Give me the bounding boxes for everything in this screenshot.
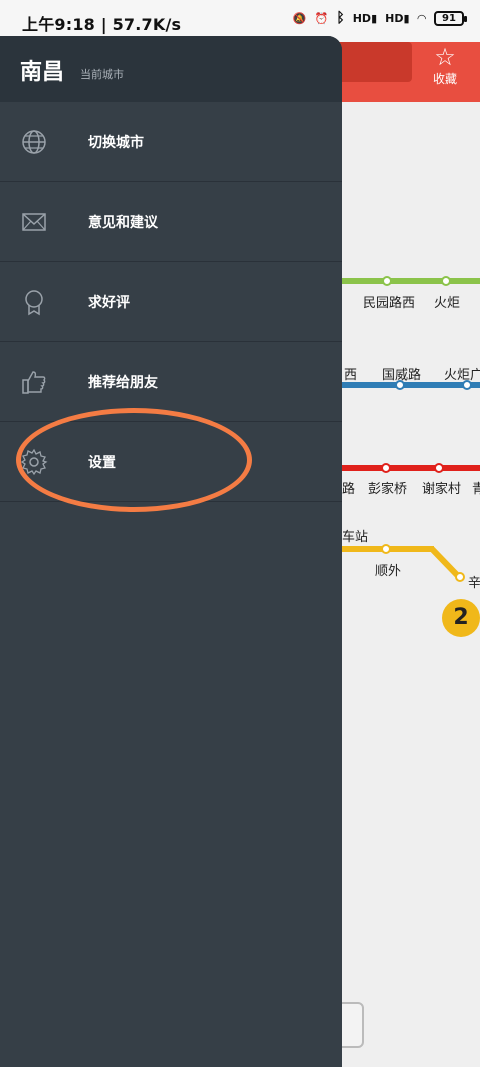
- alarm-icon: ⏰: [314, 11, 329, 25]
- favorite-button[interactable]: ☆ 收藏: [422, 44, 468, 87]
- station-dot[interactable]: [455, 572, 465, 582]
- station-dot[interactable]: [382, 276, 392, 286]
- status-time-speed: 上午9:18 | 57.7K/s: [22, 15, 182, 34]
- menu-item-rate[interactable]: 求好评: [0, 262, 342, 342]
- station-label[interactable]: 西: [344, 364, 357, 383]
- bell-muted-icon: 🔕: [292, 11, 307, 25]
- favorite-label: 收藏: [432, 72, 457, 86]
- current-city[interactable]: 南昌: [20, 54, 64, 86]
- current-city-label: 当前城市: [80, 68, 124, 81]
- station-label[interactable]: 火炬广: [444, 364, 480, 383]
- station-label[interactable]: 车站: [342, 526, 368, 545]
- station-dot[interactable]: [381, 544, 391, 554]
- station-label[interactable]: 民园路西: [363, 292, 415, 311]
- award-icon: [25, 290, 43, 316]
- station-dot[interactable]: [441, 276, 451, 286]
- globe-icon: [22, 130, 46, 154]
- metro-line-green: [342, 278, 480, 284]
- menu-label: 意见和建议: [88, 215, 158, 231]
- metro-line-red: [342, 465, 480, 471]
- status-icons: 🔕 ⏰ ᛒ HD▮ HD▮ ◠ 91: [292, 10, 467, 26]
- mail-icon: [22, 213, 46, 231]
- signal-icon-1: HD▮: [352, 11, 378, 25]
- station-label[interactable]: 谢家村: [422, 478, 461, 497]
- menu-item-switch-city[interactable]: 切换城市: [0, 102, 342, 182]
- bluetooth-icon: ᛒ: [336, 10, 345, 26]
- station-label[interactable]: 路: [342, 478, 355, 497]
- menu-label: 切换城市: [88, 135, 144, 151]
- navigation-drawer: 南昌 当前城市 切换城市 意见和建议 求好评 推荐给朋友 设置: [0, 36, 342, 1067]
- menu-label: 推荐给朋友: [88, 375, 158, 391]
- line-2-badge[interactable]: 2: [442, 599, 480, 637]
- station-label[interactable]: 辛: [468, 572, 480, 591]
- drawer-header: 南昌 当前城市: [0, 36, 342, 102]
- station-label[interactable]: 火炬: [434, 292, 460, 311]
- station-dot[interactable]: [434, 463, 444, 473]
- menu-item-feedback[interactable]: 意见和建议: [0, 182, 342, 262]
- signal-icon-2: HD▮: [385, 11, 410, 25]
- station-dot[interactable]: [381, 463, 391, 473]
- star-icon: ☆: [434, 43, 456, 71]
- settings-highlight-annotation: [16, 408, 252, 512]
- station-label[interactable]: 彭家桥: [368, 478, 407, 497]
- station-label[interactable]: 国威路: [382, 364, 421, 383]
- thumbs-up-icon: [22, 371, 46, 394]
- station-label[interactable]: 顺外: [375, 560, 401, 579]
- wifi-icon: ◠: [417, 11, 426, 25]
- station-label[interactable]: 青: [472, 478, 480, 497]
- battery-icon: 91: [434, 10, 467, 26]
- menu-label: 求好评: [88, 295, 130, 311]
